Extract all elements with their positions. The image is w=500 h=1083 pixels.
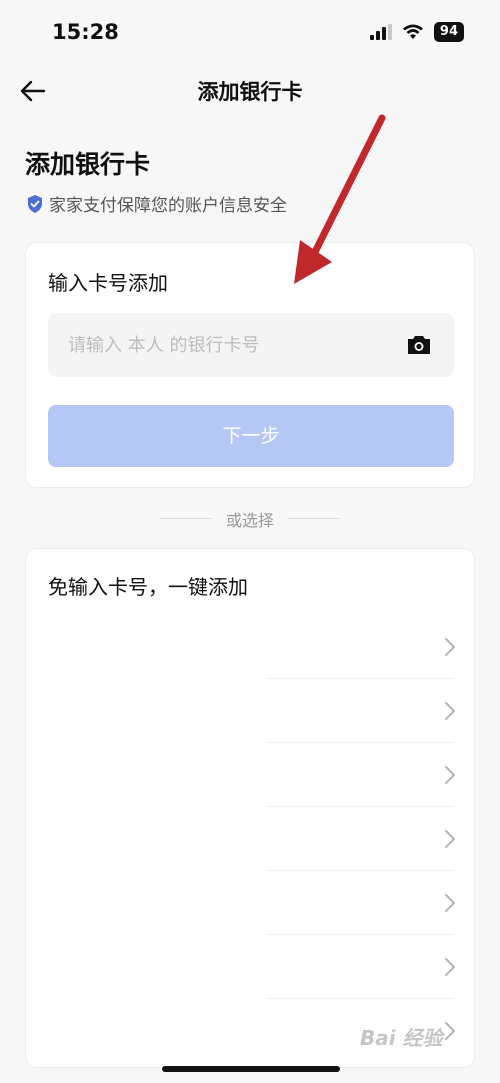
card-number-field: [48, 313, 454, 377]
signal-icon: [369, 24, 392, 40]
watermark-logo: Bai 经验: [360, 1026, 443, 1050]
card-number-input[interactable]: [68, 313, 388, 377]
quick-add-row[interactable]: [26, 935, 476, 999]
status-icons: 94: [369, 22, 464, 42]
page-heading: 添加银行卡: [25, 150, 151, 179]
chevron-right-icon: [445, 958, 455, 976]
chevron-right-icon: [445, 830, 455, 848]
or-choose-divider: 或选择: [0, 506, 500, 530]
chevron-right-icon: [445, 894, 455, 912]
quick-add-row[interactable]: [26, 871, 476, 935]
quick-add-row[interactable]: [26, 743, 476, 807]
security-text: 家家支付保障您的账户信息安全: [49, 196, 287, 216]
divider-text: 或选择: [225, 511, 274, 530]
chevron-right-icon: [445, 638, 455, 656]
camera-icon: [408, 336, 430, 354]
quick-add-card: 免输入卡号，一键添加: [25, 548, 475, 1068]
quick-add-row[interactable]: [26, 807, 476, 871]
battery-indicator: 94: [433, 22, 464, 42]
manual-entry-title: 输入卡号添加: [48, 271, 168, 295]
quick-add-row[interactable]: [26, 615, 476, 679]
manual-entry-card: 输入卡号添加 下一步: [25, 242, 475, 488]
status-bar: 15:28 94: [0, 0, 500, 68]
divider-line-right: [288, 518, 340, 519]
scan-card-button[interactable]: [406, 333, 432, 357]
quick-add-list: [26, 615, 476, 1063]
nav-bar: 添加银行卡: [0, 68, 500, 112]
security-note: 家家支付保障您的账户信息安全: [27, 191, 287, 216]
status-time: 15:28: [52, 20, 119, 44]
quick-add-title: 免输入卡号，一键添加: [48, 575, 248, 599]
quick-add-row[interactable]: [26, 679, 476, 743]
nav-title: 添加银行卡: [197, 80, 303, 104]
shield-check-icon: [28, 194, 42, 213]
wifi-icon: [402, 24, 423, 39]
chevron-right-icon: [445, 766, 455, 784]
home-indicator: [162, 1066, 340, 1072]
chevron-right-icon: [445, 702, 455, 720]
chevron-right-icon: [445, 1022, 455, 1040]
next-step-button[interactable]: 下一步: [48, 405, 454, 467]
